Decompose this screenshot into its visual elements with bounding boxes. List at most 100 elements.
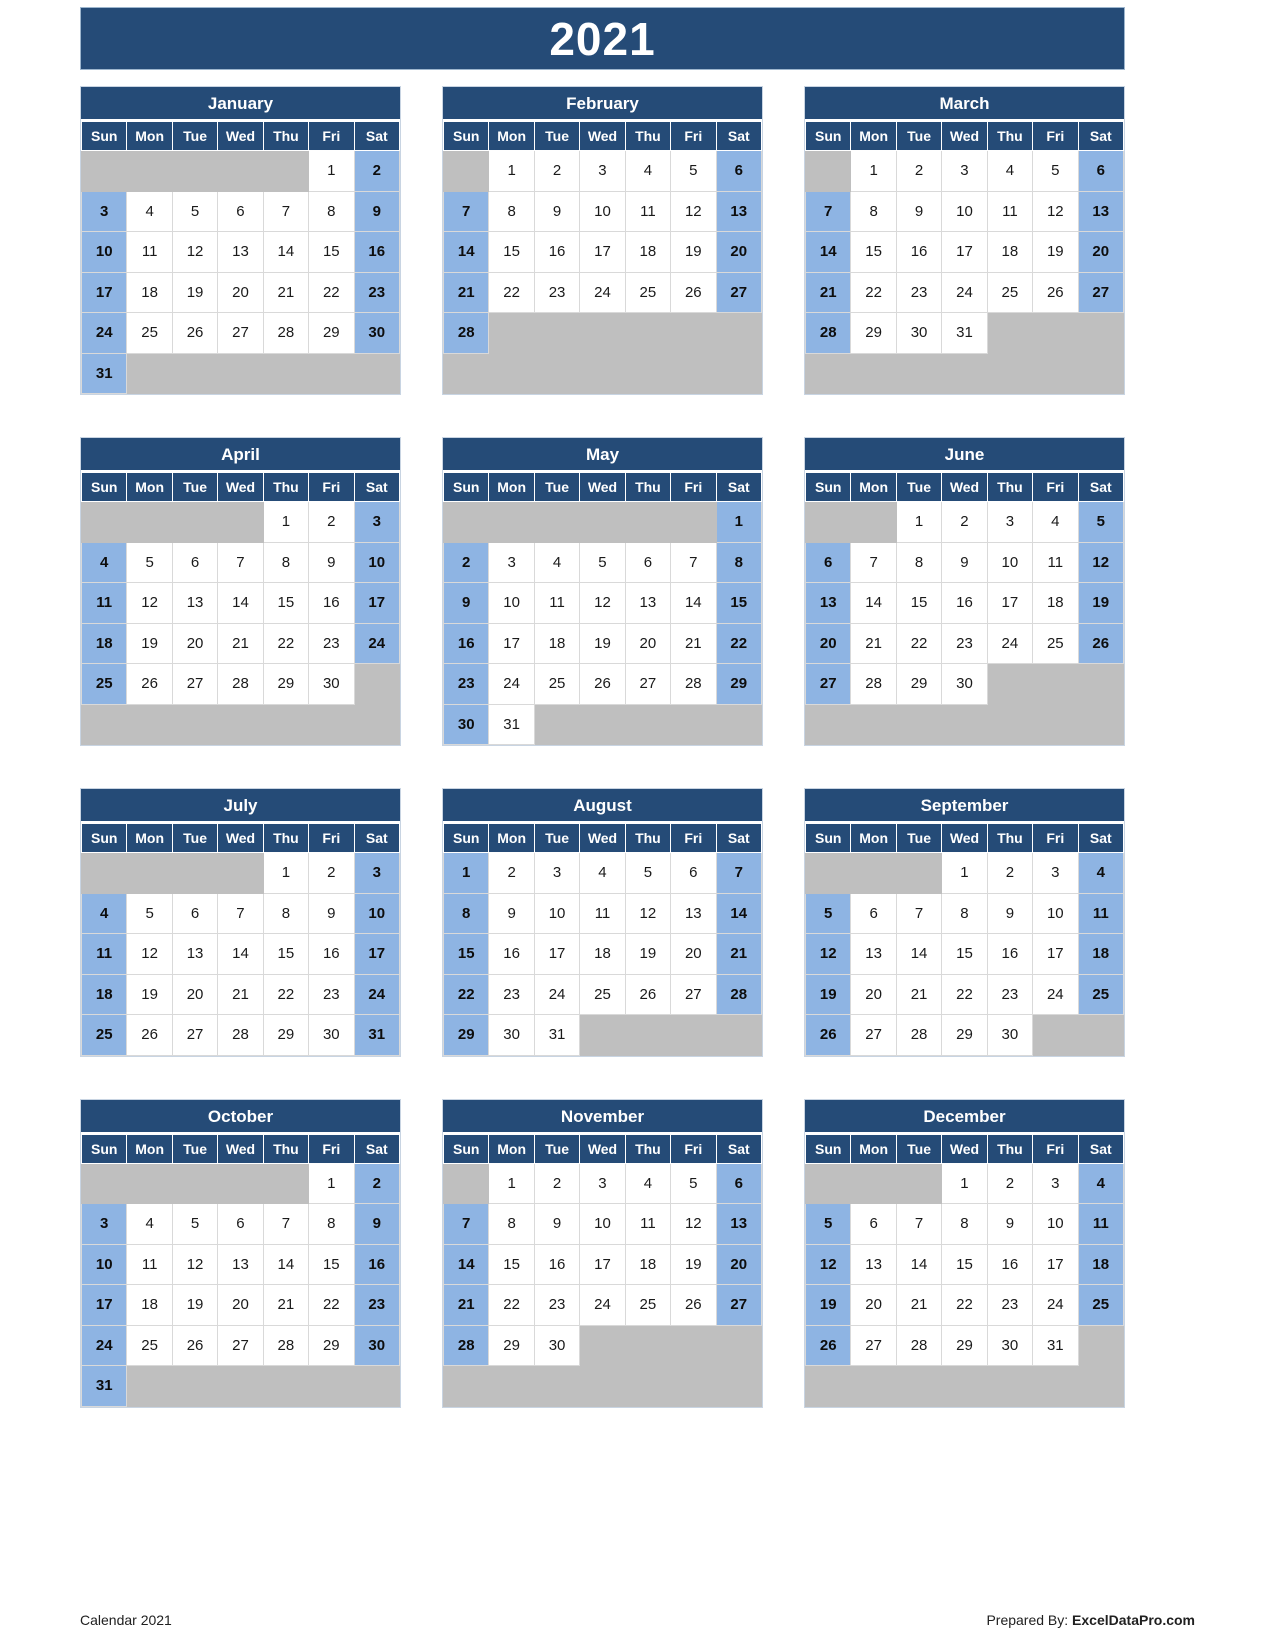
- day-cell[interactable]: 17: [986, 582, 1034, 624]
- day-cell[interactable]: 12: [126, 582, 173, 624]
- day-cell[interactable]: 21: [895, 973, 943, 1015]
- day-cell-weekend[interactable]: 30: [442, 703, 490, 745]
- day-cell-weekend[interactable]: 11: [1077, 1203, 1125, 1245]
- day-cell[interactable]: 11: [986, 190, 1034, 232]
- day-cell[interactable]: 23: [488, 973, 535, 1015]
- day-cell[interactable]: 26: [624, 973, 672, 1015]
- day-cell[interactable]: 5: [171, 190, 219, 232]
- day-cell[interactable]: 23: [533, 271, 581, 313]
- day-cell-weekend[interactable]: 27: [715, 1284, 763, 1326]
- day-cell[interactable]: 31: [1032, 1324, 1079, 1366]
- day-cell[interactable]: 8: [308, 190, 355, 232]
- day-cell[interactable]: 24: [488, 663, 535, 705]
- day-cell-weekend[interactable]: 5: [1077, 501, 1125, 543]
- day-cell-weekend[interactable]: 10: [80, 231, 128, 273]
- day-cell[interactable]: 23: [986, 1284, 1034, 1326]
- day-cell-weekend[interactable]: 23: [442, 663, 490, 705]
- day-cell[interactable]: 24: [1032, 1284, 1079, 1326]
- day-cell[interactable]: 15: [850, 231, 897, 273]
- day-cell[interactable]: 18: [126, 1284, 173, 1326]
- day-cell[interactable]: 11: [126, 1243, 173, 1285]
- day-cell-weekend[interactable]: 3: [353, 501, 401, 543]
- day-cell-weekend[interactable]: 6: [715, 1162, 763, 1204]
- day-cell[interactable]: 17: [941, 231, 988, 273]
- day-cell-weekend[interactable]: 23: [353, 1284, 401, 1326]
- day-cell[interactable]: 21: [262, 271, 310, 313]
- day-cell[interactable]: 22: [488, 1284, 535, 1326]
- day-cell[interactable]: 3: [1032, 1162, 1079, 1204]
- day-cell[interactable]: 14: [217, 933, 264, 975]
- day-cell[interactable]: 30: [895, 312, 943, 354]
- day-cell[interactable]: 8: [488, 1203, 535, 1245]
- day-cell[interactable]: 4: [533, 541, 581, 583]
- day-cell[interactable]: 25: [533, 663, 581, 705]
- day-cell[interactable]: 7: [670, 541, 717, 583]
- day-cell[interactable]: 27: [171, 1014, 219, 1056]
- day-cell-weekend[interactable]: 7: [442, 190, 490, 232]
- day-cell[interactable]: 2: [488, 852, 535, 894]
- day-cell[interactable]: 19: [670, 231, 717, 273]
- day-cell[interactable]: 20: [670, 933, 717, 975]
- day-cell-weekend[interactable]: 28: [442, 1324, 490, 1366]
- day-cell-weekend[interactable]: 25: [80, 663, 128, 705]
- day-cell[interactable]: 19: [670, 1243, 717, 1285]
- day-cell[interactable]: 18: [624, 1243, 672, 1285]
- day-cell[interactable]: 29: [488, 1324, 535, 1366]
- day-cell[interactable]: 5: [670, 1162, 717, 1204]
- day-cell[interactable]: 11: [533, 582, 581, 624]
- day-cell[interactable]: 27: [850, 1324, 897, 1366]
- day-cell-weekend[interactable]: 26: [804, 1014, 852, 1056]
- day-cell[interactable]: 6: [670, 852, 717, 894]
- day-cell-weekend[interactable]: 24: [80, 312, 128, 354]
- day-cell[interactable]: 30: [986, 1324, 1034, 1366]
- day-cell-weekend[interactable]: 15: [442, 933, 490, 975]
- day-cell[interactable]: 26: [171, 1324, 219, 1366]
- day-cell-weekend[interactable]: 4: [80, 541, 128, 583]
- day-cell[interactable]: 13: [850, 1243, 897, 1285]
- day-cell[interactable]: 17: [579, 1243, 626, 1285]
- day-cell[interactable]: 25: [986, 271, 1034, 313]
- day-cell[interactable]: 3: [533, 852, 581, 894]
- day-cell[interactable]: 28: [217, 1014, 264, 1056]
- day-cell[interactable]: 25: [126, 312, 173, 354]
- day-cell[interactable]: 21: [850, 622, 897, 664]
- day-cell[interactable]: 5: [1032, 150, 1079, 192]
- day-cell[interactable]: 16: [308, 933, 355, 975]
- day-cell[interactable]: 19: [579, 622, 626, 664]
- day-cell[interactable]: 27: [670, 973, 717, 1015]
- day-cell[interactable]: 22: [308, 271, 355, 313]
- day-cell[interactable]: 18: [579, 933, 626, 975]
- day-cell[interactable]: 26: [1032, 271, 1079, 313]
- day-cell-weekend[interactable]: 28: [715, 973, 763, 1015]
- day-cell-weekend[interactable]: 19: [804, 1284, 852, 1326]
- day-cell-weekend[interactable]: 15: [715, 582, 763, 624]
- day-cell[interactable]: 20: [850, 973, 897, 1015]
- day-cell[interactable]: 22: [262, 973, 310, 1015]
- day-cell[interactable]: 7: [262, 190, 310, 232]
- day-cell[interactable]: 15: [262, 582, 310, 624]
- day-cell[interactable]: 4: [624, 1162, 672, 1204]
- day-cell-weekend[interactable]: 5: [804, 1203, 852, 1245]
- day-cell[interactable]: 7: [895, 1203, 943, 1245]
- day-cell[interactable]: 9: [986, 892, 1034, 934]
- day-cell-weekend[interactable]: 5: [804, 892, 852, 934]
- day-cell[interactable]: 9: [308, 892, 355, 934]
- day-cell-weekend[interactable]: 21: [442, 271, 490, 313]
- day-cell[interactable]: 31: [941, 312, 988, 354]
- day-cell[interactable]: 27: [217, 1324, 264, 1366]
- day-cell[interactable]: 27: [624, 663, 672, 705]
- day-cell[interactable]: 14: [895, 1243, 943, 1285]
- day-cell[interactable]: 3: [986, 501, 1034, 543]
- day-cell[interactable]: 19: [624, 933, 672, 975]
- day-cell[interactable]: 4: [126, 1203, 173, 1245]
- day-cell[interactable]: 1: [895, 501, 943, 543]
- day-cell[interactable]: 18: [986, 231, 1034, 273]
- day-cell-weekend[interactable]: 25: [1077, 973, 1125, 1015]
- day-cell[interactable]: 16: [986, 1243, 1034, 1285]
- day-cell-weekend[interactable]: 13: [1077, 190, 1125, 232]
- day-cell[interactable]: 22: [895, 622, 943, 664]
- day-cell[interactable]: 30: [941, 663, 988, 705]
- footer-brand-link[interactable]: ExcelDataPro.com: [1072, 1612, 1195, 1628]
- day-cell-weekend[interactable]: 21: [804, 271, 852, 313]
- day-cell-weekend[interactable]: 18: [80, 622, 128, 664]
